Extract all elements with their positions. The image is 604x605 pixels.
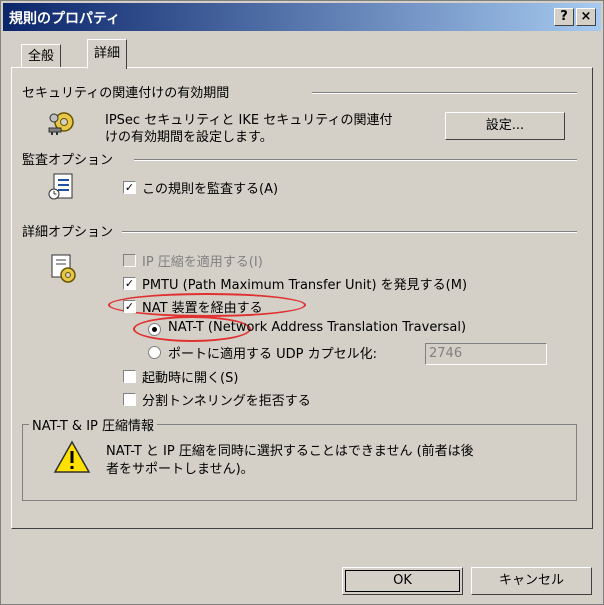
connect-on-start-label: 起動時に開く(S): [142, 371, 239, 386]
security-description-line2: けの有効期間を設定します。: [105, 130, 273, 145]
connect-on-start-checkbox[interactable]: [123, 370, 136, 383]
udp-encapsulation-radio[interactable]: [148, 346, 161, 359]
info-group-title: NAT-T & IP 圧縮情報: [29, 415, 158, 434]
nat-t-radio-label: NAT-T (Network Address Translation Trave…: [168, 320, 467, 335]
ok-button[interactable]: OK: [342, 567, 463, 595]
close-icon: ×: [580, 9, 592, 24]
tab-panel-advanced: セキュリティの関連付けの有効期間 IPSec セキュリティと IKE セキュリテ…: [11, 67, 593, 529]
radio-selected-dot: [152, 327, 157, 332]
gear-document-icon: [51, 254, 76, 283]
window-title: 規則のプロパティ: [9, 11, 121, 27]
settings-button[interactable]: 設定...: [445, 112, 565, 140]
advanced-section-header: 詳細オプション: [22, 225, 114, 240]
tab-general-label: 全般: [28, 49, 55, 64]
title-bar: 規則のプロパティ ? ×: [3, 3, 601, 31]
nat-traversal-checkbox[interactable]: ✓: [123, 300, 136, 313]
warning-icon: [53, 440, 91, 473]
reject-split-tunnel-checkbox[interactable]: [123, 393, 136, 406]
security-section-header: セキュリティの関連付けの有効期間: [22, 86, 230, 101]
tab-general[interactable]: 全般: [21, 44, 62, 68]
tab-advanced[interactable]: 詳細: [87, 39, 128, 69]
help-button[interactable]: ?: [554, 8, 574, 26]
key-gear-icon: [48, 112, 74, 135]
info-groupbox: NAT-T & IP 圧縮情報 NAT-T と IP 圧縮を同時に選択することは…: [22, 415, 577, 501]
nat-traversal-label: NAT 装置を経由する: [142, 301, 263, 316]
security-section-divider: [312, 92, 577, 94]
properties-dialog: 規則のプロパティ ? × 全般 詳細 セキュリティの関連付けの有効期間 IPSe…: [0, 0, 604, 605]
ip-compression-checkbox[interactable]: [123, 254, 136, 267]
advanced-section-divider: [122, 231, 577, 233]
audit-checkbox[interactable]: ✓: [123, 181, 136, 194]
info-message-line2: 者をサポートしません)。: [106, 462, 254, 477]
udp-port-input[interactable]: 2746: [425, 343, 547, 365]
nat-t-radio[interactable]: [148, 323, 161, 336]
udp-port-value: 2746: [429, 346, 463, 361]
pmtu-checkbox[interactable]: ✓: [123, 277, 136, 290]
audit-section-divider: [134, 159, 577, 161]
audit-section-header: 監査オプション: [22, 153, 114, 168]
reject-split-tunnel-label: 分割トンネリングを拒否する: [142, 394, 311, 409]
tab-advanced-label: 詳細: [94, 46, 121, 61]
close-button[interactable]: ×: [576, 8, 596, 26]
help-icon: ?: [560, 9, 568, 24]
audit-checkbox-label: この規則を監査する(A): [142, 182, 279, 197]
info-message-line1: NAT-T と IP 圧縮を同時に選択することはできません (前者は後: [106, 444, 474, 459]
ip-compression-label: IP 圧縮を適用する(I): [142, 255, 263, 270]
ok-button-label: OK: [393, 573, 412, 588]
udp-encapsulation-label: ポートに適用する UDP カプセル化:: [168, 347, 378, 362]
pmtu-label: PMTU (Path Maximum Transfer Unit) を発見する(…: [142, 278, 468, 293]
cancel-button-label: キャンセル: [498, 573, 564, 588]
cancel-button[interactable]: キャンセル: [471, 567, 592, 595]
settings-button-label: 設定...: [485, 118, 525, 133]
audit-document-icon: [48, 173, 73, 200]
